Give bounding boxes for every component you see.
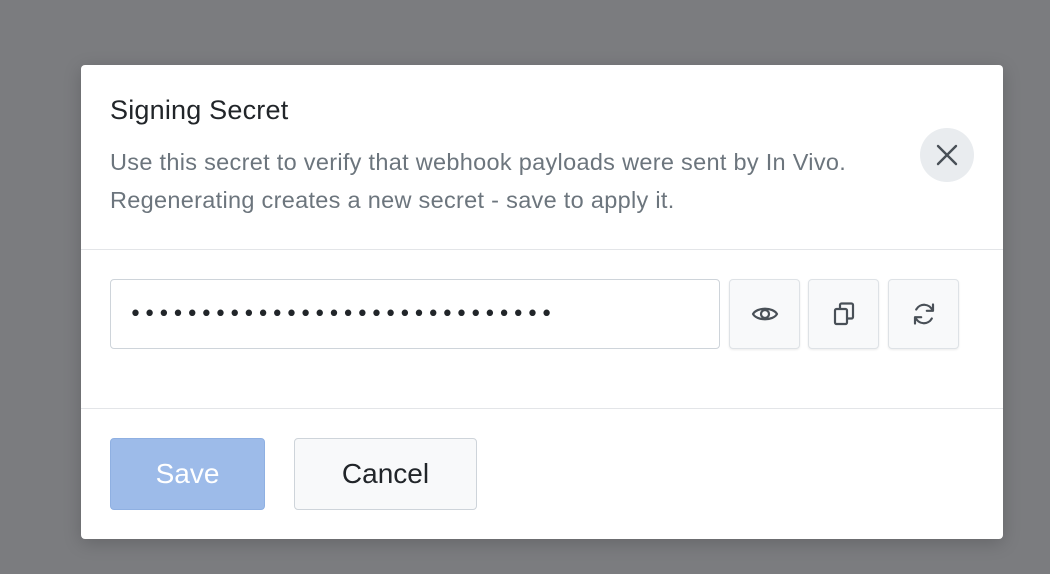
copy-secret-button[interactable] xyxy=(808,279,879,349)
cancel-button[interactable]: Cancel xyxy=(294,438,477,510)
close-icon xyxy=(936,144,958,166)
close-button[interactable] xyxy=(920,128,974,182)
dialog-header: Signing Secret Use this secret to verify… xyxy=(81,65,1003,250)
show-secret-button[interactable] xyxy=(729,279,800,349)
dialog-body: •••••••••••••••••••••••••••••• xyxy=(81,250,1003,409)
save-button[interactable]: Save xyxy=(110,438,265,510)
dialog-title: Signing Secret xyxy=(110,95,289,125)
refresh-icon xyxy=(913,303,934,325)
copy-icon xyxy=(833,302,854,326)
eye-icon xyxy=(751,307,778,321)
regenerate-secret-button[interactable] xyxy=(888,279,959,349)
dialog-description: Use this secret to verify that webhook p… xyxy=(110,149,847,213)
secret-input[interactable]: •••••••••••••••••••••••••••••• xyxy=(110,279,720,349)
signing-secret-dialog: Signing Secret Use this secret to verify… xyxy=(81,65,1003,539)
dialog-footer: Save Cancel xyxy=(81,409,1003,539)
